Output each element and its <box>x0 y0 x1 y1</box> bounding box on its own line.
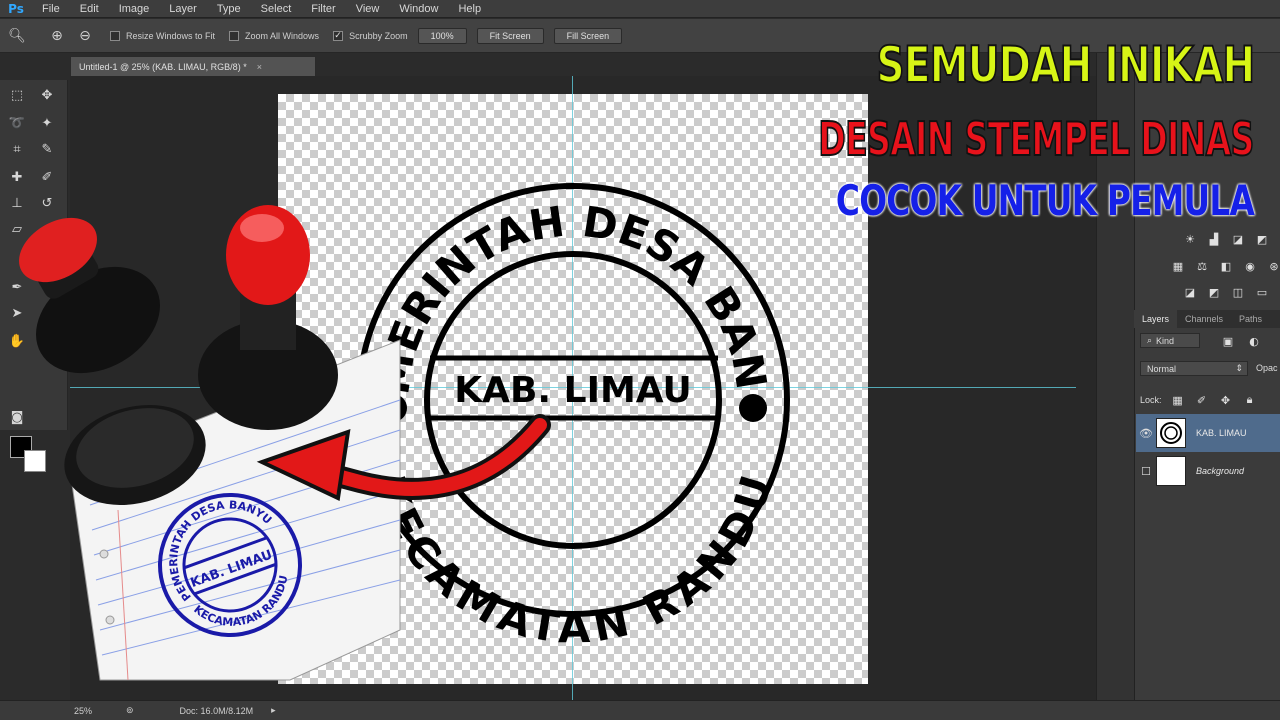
layer-row-kab-limau[interactable]: 👁︎ KAB. LIMAU <box>1136 414 1280 452</box>
selective-color-icon[interactable]: ◨ <box>1276 284 1280 300</box>
lock-transparency-icon[interactable]: ▦ <box>1168 392 1188 408</box>
kind-label: Kind <box>1156 335 1175 346</box>
rubber-stamp-right <box>198 205 338 430</box>
hue-saturation-icon[interactable]: ▦ <box>1168 258 1188 274</box>
headline-line-2: DESAIN STEMPEL DINAS <box>818 111 1256 167</box>
opacity-label: Opac <box>1256 363 1278 373</box>
threshold-icon[interactable]: ◫ <box>1228 284 1248 300</box>
visibility-eye-icon[interactable]: 👁︎ <box>1136 427 1156 440</box>
levels-icon[interactable]: ▟ <box>1204 231 1224 247</box>
layer-name: KAB. LIMAU <box>1196 428 1247 438</box>
layers-panel-tabs: Layers Channels Paths <box>1134 310 1280 328</box>
curves-icon[interactable]: ◪ <box>1228 231 1248 247</box>
lock-all-icon[interactable]: 🔒︎ <box>1240 392 1260 408</box>
search-icon: ⌕ <box>1147 335 1153 345</box>
lock-row: Lock: ▦ ✐ ✥ 🔒︎ <box>1140 392 1264 408</box>
stamp-center-text: KAB. LIMAU <box>454 370 692 411</box>
photo-filter-icon[interactable]: ◉ <box>1240 258 1260 274</box>
visibility-eye-icon[interactable]: ☐ <box>1136 465 1156 478</box>
gradient-map-icon[interactable]: ▭ <box>1252 284 1272 300</box>
stamp-artwork-layer: PEMERINTAH DESA BANYU KAB. LIMAU KECAMAT… <box>0 0 790 681</box>
lock-position-icon[interactable]: ✥ <box>1216 392 1236 408</box>
lock-label: Lock: <box>1140 395 1162 405</box>
color-balance-icon[interactable]: ⚖ <box>1192 258 1212 274</box>
brightness-icon[interactable]: ☀ <box>1180 231 1200 247</box>
layer-thumbnail <box>1156 418 1186 448</box>
channel-mixer-icon[interactable]: ⊛ <box>1264 258 1280 274</box>
image-filter-icon[interactable]: ▣ <box>1218 333 1238 349</box>
black-white-icon[interactable]: ◧ <box>1216 258 1236 274</box>
headline-line-1: SEMUDAH INIKAH <box>875 35 1255 95</box>
posterize-icon[interactable]: ◩ <box>1204 284 1224 300</box>
rubber-stamp-left <box>19 217 160 374</box>
vibrance-icon[interactable]: ▽ <box>1276 231 1280 247</box>
blend-mode-select[interactable]: Normal ⇕ <box>1140 361 1248 376</box>
status-menu-arrow-icon[interactable]: ▸ <box>271 705 276 716</box>
tab-layers[interactable]: Layers <box>1134 310 1178 328</box>
blend-mode-value: Normal <box>1147 363 1177 374</box>
layer-row-background[interactable]: ☐ Background <box>1136 452 1280 490</box>
adjustments-row-2: ▦ ⚖ ◧ ◉ ⊛ ▦ <box>1168 258 1280 274</box>
layer-name: Background <box>1196 466 1245 476</box>
layer-thumbnail <box>1156 456 1186 486</box>
zoom-level[interactable]: 25% <box>74 706 120 716</box>
layer-kind-filter[interactable]: ⌕ Kind <box>1140 333 1200 348</box>
adjustment-filter-icon[interactable]: ◐ <box>1244 333 1264 349</box>
status-arrow-icon[interactable]: ⊚ <box>126 705 134 716</box>
doc-size-info: Doc: 16.0M/8.12M <box>179 705 254 716</box>
stamp-thumbnail-icon <box>1160 422 1182 444</box>
invert-icon[interactable]: ◪ <box>1180 284 1200 300</box>
exposure-icon[interactable]: ◩ <box>1252 231 1272 247</box>
headline-line-3: COCOK UNTUK PEMULA <box>835 176 1255 225</box>
tab-channels[interactable]: Channels <box>1177 310 1231 328</box>
adjustments-row-3: ◪ ◩ ◫ ▭ ◨ <box>1180 284 1280 300</box>
lock-pixels-icon[interactable]: ✐ <box>1192 392 1212 408</box>
stamp-dot-right <box>739 394 767 422</box>
chevron-down-icon: ⇕ <box>1235 363 1243 373</box>
adjustments-row-1: ☀ ▟ ◪ ◩ ▽ <box>1180 231 1280 247</box>
status-bar: 25% ⊚ Doc: 16.0M/8.12M ▸ <box>0 700 1280 720</box>
tab-paths[interactable]: Paths <box>1231 310 1270 328</box>
